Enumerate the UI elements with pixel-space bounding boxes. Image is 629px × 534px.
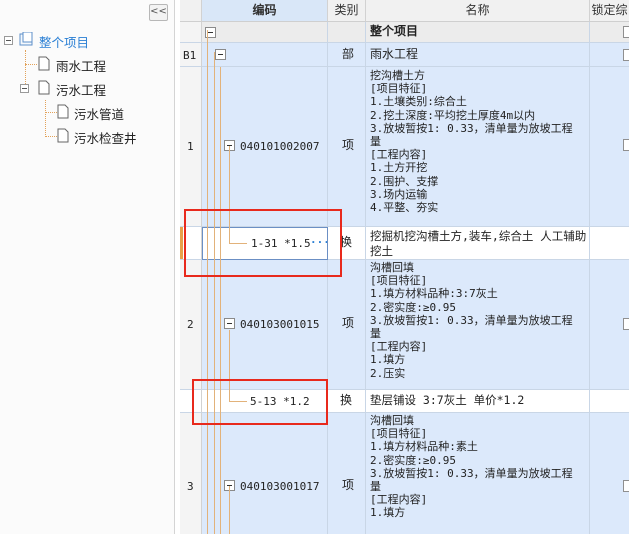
lock-cell[interactable] xyxy=(590,413,629,534)
lock-cell[interactable] xyxy=(590,390,629,413)
lock-checkbox[interactable] xyxy=(623,318,629,330)
header-code[interactable]: 编码 xyxy=(202,0,328,22)
name-cell[interactable]: 挖掘机挖沟槽土方,装车,综合土 人工辅助挖土 xyxy=(366,227,590,260)
type-cell[interactable]: 部 xyxy=(328,43,366,67)
tree-guide-line xyxy=(220,67,221,534)
collapse-panel-button[interactable]: << xyxy=(149,4,168,21)
tree-connector xyxy=(45,112,57,113)
header-type[interactable]: 类别 xyxy=(328,0,366,22)
tree-guide-line xyxy=(214,52,215,534)
bill-code: 040103001015 xyxy=(240,318,320,331)
lock-checkbox[interactable] xyxy=(623,49,629,61)
bill-code: 040103001017 xyxy=(240,480,320,493)
row-number: 2 xyxy=(180,260,202,390)
row-type: 换 xyxy=(340,235,353,249)
header-lock[interactable]: 锁定综 xyxy=(590,0,629,22)
highlight-box xyxy=(184,209,342,277)
highlight-box xyxy=(192,379,328,425)
lock-cell[interactable] xyxy=(590,22,629,43)
row-type: 项 xyxy=(342,138,355,152)
row-name: 整个项目 xyxy=(370,24,419,38)
code-cell[interactable] xyxy=(202,43,328,67)
tree-guide-line xyxy=(207,30,208,534)
lock-checkbox[interactable] xyxy=(623,139,629,151)
name-cell[interactable]: 整个项目 xyxy=(366,22,590,43)
project-icon xyxy=(19,32,33,46)
header-rownum xyxy=(180,0,202,22)
row-name: 挖掘机挖沟槽土方,装车,综合土 人工辅助挖土 xyxy=(370,229,587,258)
row-type: 部 xyxy=(342,47,355,61)
name-cell[interactable]: 沟槽回填 [项目特征] 1.填方材料品种:素土 2.密实度:≥0.95 3.放坡暂按1… xyxy=(366,413,590,534)
tree-item-sewage-pipe[interactable]: 污水管道 xyxy=(74,104,124,123)
row-type: 项 xyxy=(342,316,355,330)
row-number: 1 xyxy=(180,67,202,227)
document-icon xyxy=(38,80,50,95)
row-type: 换 xyxy=(340,393,353,407)
tree-connector xyxy=(45,136,57,137)
collapse-toggle[interactable] xyxy=(224,318,235,329)
tree-collapse-toggle[interactable] xyxy=(20,84,29,93)
document-icon xyxy=(38,56,50,71)
tree-item-root[interactable]: 整个项目 xyxy=(39,32,89,51)
document-icon xyxy=(57,104,69,119)
tree-item-sewage-well[interactable]: 污水检查井 xyxy=(74,128,137,147)
tree-collapse-toggle[interactable] xyxy=(4,36,13,45)
lock-cell[interactable] xyxy=(590,260,629,390)
lock-cell[interactable] xyxy=(590,227,629,260)
tree-item-rainwater[interactable]: 雨水工程 xyxy=(56,56,106,75)
header-name[interactable]: 名称 xyxy=(366,0,590,22)
type-cell[interactable] xyxy=(328,22,366,43)
row-name: 雨水工程 xyxy=(370,47,419,61)
lock-cell[interactable] xyxy=(590,67,629,227)
row-number: B1 xyxy=(180,43,202,67)
document-icon xyxy=(57,128,69,143)
name-cell[interactable]: 垫层铺设 3:7灰土 单价*1.2 xyxy=(366,390,590,413)
bill-code: 040101002007 xyxy=(240,140,320,153)
name-cell[interactable]: 沟槽回填 [项目特征] 1.填方材料品种:3:7灰土 2.密实度:≥0.95 3.放坡… xyxy=(366,260,590,390)
tree-item-sewage[interactable]: 污水工程 xyxy=(56,80,106,99)
row-number: 3 xyxy=(180,413,202,534)
collapse-toggle[interactable] xyxy=(215,49,226,60)
type-cell[interactable]: 换 xyxy=(328,390,366,413)
type-cell[interactable]: 项 xyxy=(328,413,366,534)
code-cell[interactable] xyxy=(202,22,328,43)
row-type: 项 xyxy=(342,478,355,492)
row-name: 垫层铺设 3:7灰土 单价*1.2 xyxy=(370,393,525,407)
type-cell[interactable]: 项 xyxy=(328,260,366,390)
type-cell[interactable]: 项 xyxy=(328,67,366,227)
project-tree-panel: << 整个项目 雨水工程 污水工程 污水管道 污水检查井 xyxy=(0,0,175,534)
tree-connector xyxy=(45,100,46,137)
row-number xyxy=(180,22,202,43)
tree-guide-line xyxy=(229,486,230,534)
lock-checkbox[interactable] xyxy=(623,480,629,492)
name-cell[interactable]: 挖沟槽土方 [项目特征] 1.土壤类别:综合土 2.挖土深度:平均挖土厚度4m以内 3… xyxy=(366,67,590,227)
item-description: 沟槽回填 [项目特征] 1.填方材料品种:素土 2.密实度:≥0.95 3.放坡暂按1… xyxy=(370,414,573,520)
name-cell[interactable]: 雨水工程 xyxy=(366,43,590,67)
lock-cell[interactable] xyxy=(590,43,629,67)
tree-connector xyxy=(25,64,37,65)
lock-checkbox[interactable] xyxy=(623,26,629,38)
item-description: 挖沟槽土方 [项目特征] 1.土壤类别:综合土 2.挖土深度:平均挖土厚度4m以内 3… xyxy=(370,69,573,215)
item-description: 沟槽回填 [项目特征] 1.填方材料品种:3:7灰土 2.密实度:≥0.95 3.放坡… xyxy=(370,261,573,380)
